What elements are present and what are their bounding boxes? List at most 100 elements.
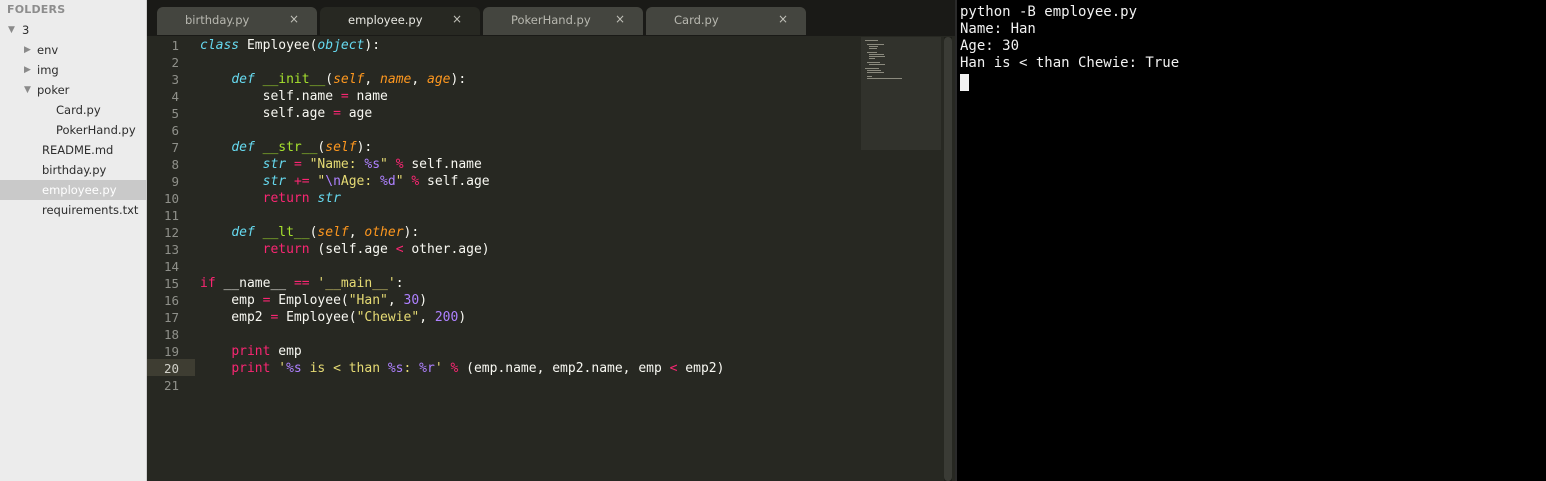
file-item[interactable]: employee.py — [0, 180, 147, 200]
tab-label: employee.py — [348, 13, 423, 27]
code-token: other.age) — [403, 242, 490, 257]
folder-item[interactable]: ▶ img — [0, 60, 147, 80]
line-number: 6 — [171, 123, 179, 138]
line-number: 9 — [171, 174, 179, 189]
file-item[interactable]: requirements.txt — [0, 200, 147, 220]
code-line[interactable]: return (self.age < other.age) — [200, 241, 490, 258]
line-number: 8 — [171, 157, 179, 172]
code-token: Employee( — [270, 293, 349, 308]
minimap-line — [867, 72, 884, 73]
tab-card[interactable]: Card.py × — [646, 7, 806, 35]
code-line[interactable]: if __name__ == '__main__': — [200, 275, 404, 292]
code-line[interactable]: self.age = age — [200, 105, 373, 122]
folder-item[interactable]: ▼ 3 — [0, 20, 147, 40]
code-token: %s — [364, 157, 381, 172]
code-token: " — [395, 174, 404, 189]
code-token: "Han" — [348, 293, 388, 308]
code-token: __str__ — [262, 140, 318, 155]
minimap-line — [867, 70, 881, 71]
code-token: (emp.name, emp2.name, emp — [458, 361, 670, 376]
code-line[interactable]: print emp — [200, 343, 301, 360]
code-token: self.name — [403, 157, 482, 172]
minimap-line — [865, 40, 878, 41]
code-token: ( — [325, 72, 334, 87]
code-line[interactable]: str = "Name: %s" % self.name — [200, 156, 482, 173]
code-token: self — [333, 72, 365, 87]
line-number: 7 — [171, 140, 179, 155]
code-line[interactable]: print '%s is < than %s: %r' % (emp.name,… — [200, 360, 724, 377]
code-line[interactable]: self.name = name — [200, 88, 388, 105]
code-token: , — [364, 72, 381, 87]
line-number: 21 — [163, 378, 179, 393]
tab-label: PokerHand.py — [511, 13, 591, 27]
minimap[interactable] — [861, 37, 941, 150]
code-token: ' — [434, 361, 443, 376]
code-token: (self.age — [309, 242, 396, 257]
folders-header: FOLDERS — [7, 3, 66, 16]
file-item[interactable]: README.md — [0, 140, 147, 160]
minimap-line — [869, 64, 885, 65]
code-token: print — [231, 344, 271, 359]
code-token: %r — [419, 361, 435, 376]
code-token: %s — [286, 361, 302, 376]
line-number: 5 — [171, 106, 179, 121]
tab-birthday[interactable]: birthday.py × — [157, 7, 317, 35]
code-line[interactable]: emp2 = Employee("Chewie", 200) — [200, 309, 466, 326]
folder-item[interactable]: ▶ env — [0, 40, 147, 60]
code-token: 200 — [434, 310, 459, 325]
code-line[interactable]: def __str__(self): — [200, 139, 372, 156]
close-icon[interactable]: × — [289, 12, 299, 26]
code-token: Age: — [340, 174, 381, 189]
disclosure-closed-icon[interactable]: ▶ — [24, 40, 31, 60]
folder-item[interactable]: ▼ poker — [0, 80, 147, 100]
disclosure-open-icon[interactable]: ▼ — [24, 80, 31, 100]
tab-employee[interactable]: employee.py × — [320, 7, 480, 35]
code-token: def — [231, 72, 255, 87]
code-token: ): — [364, 38, 381, 53]
code-line[interactable]: return str — [200, 190, 341, 207]
file-item[interactable]: Card.py — [0, 100, 147, 120]
code-line[interactable]: str += "\nAge: %d" % self.age — [200, 173, 490, 190]
code-token: self.age — [200, 106, 334, 121]
code-line[interactable]: class Employee(object): — [200, 37, 380, 54]
line-number: 17 — [163, 310, 179, 325]
minimap-line — [867, 76, 872, 77]
code-token: emp2 — [200, 310, 271, 325]
code-token: print — [231, 361, 271, 376]
close-icon[interactable]: × — [615, 12, 625, 26]
minimap-line — [867, 44, 884, 45]
code-token: , — [387, 293, 404, 308]
code-token: object — [317, 38, 365, 53]
code-line[interactable]: def __init__(self, name, age): — [200, 71, 466, 88]
code-line[interactable]: def __lt__(self, other): — [200, 224, 419, 241]
code-token: = — [340, 89, 349, 104]
minimap-line — [869, 54, 885, 55]
code-token: def — [231, 140, 255, 155]
line-number: 14 — [163, 259, 179, 274]
code-token: : — [395, 276, 404, 291]
editor-pane[interactable]: birthday.py × employee.py × PokerHand.py × Car… — [147, 0, 955, 481]
line-number: 11 — [163, 208, 179, 223]
disclosure-closed-icon[interactable]: ▶ — [24, 60, 31, 80]
code-token: __name__ — [215, 276, 294, 291]
file-item[interactable]: PokerHand.py — [0, 120, 147, 140]
tab-pokerhand[interactable]: PokerHand.py × — [483, 7, 643, 35]
close-icon[interactable]: × — [778, 12, 788, 26]
disclosure-open-icon[interactable]: ▼ — [8, 20, 15, 40]
close-icon[interactable]: × — [452, 12, 462, 26]
code-line[interactable]: emp = Employee("Han", 30) — [200, 292, 427, 309]
code-token: = — [293, 157, 302, 172]
code-token: class — [200, 38, 240, 53]
vertical-scrollbar-thumb[interactable] — [944, 37, 952, 481]
terminal-pane[interactable]: python -B employee.py Name: Han Age: 30 Han… — [955, 0, 1546, 481]
line-number: 19 — [163, 344, 179, 359]
file-item[interactable]: birthday.py — [0, 160, 147, 180]
terminal-line: Age: 30 — [960, 38, 1020, 54]
code-token: "Name: — [309, 157, 365, 172]
